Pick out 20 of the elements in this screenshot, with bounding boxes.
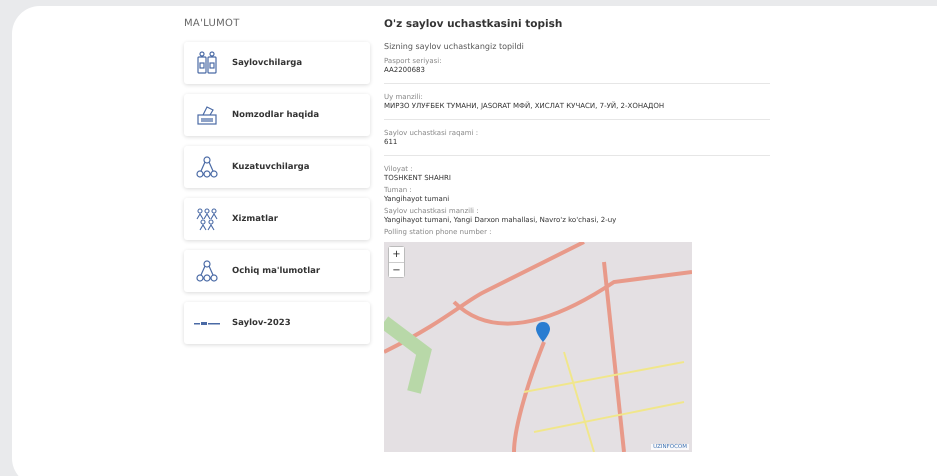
sidebar-item[interactable]: Nomzodlar haqida [184, 94, 370, 136]
page-title: O'z saylov uchastkasini topish [384, 18, 564, 30]
sidebar-item-label: Nomzodlar haqida [232, 110, 320, 120]
sidebar-item-label: Saylov-2023 [232, 318, 291, 328]
sidebar-item[interactable]: Kuzatuvchilarga [184, 146, 370, 188]
sidebar-item[interactable]: Saylov-2023 [184, 302, 370, 344]
sidebar-item[interactable]: Saylovchilarga [184, 42, 370, 84]
network-icon [194, 154, 220, 180]
sidebar-title: MA'LUMOT [184, 18, 241, 29]
sidebar-item-label: Ochiq ma'lumotlar [232, 266, 320, 276]
network-icon [194, 258, 220, 284]
sidebar-item-label: Kuzatuvchilarga [232, 162, 310, 172]
result-message: Sizning saylov uchastkangiz topildi [384, 42, 525, 51]
sidebar-item[interactable]: Xizmatlar [184, 198, 370, 240]
election-logo-icon [194, 322, 220, 324]
zoom-out-button[interactable]: − [389, 262, 404, 277]
sidebar-item[interactable]: Ochiq ma'lumotlar [184, 250, 370, 292]
people-group-icon [194, 206, 220, 232]
sidebar-item-label: Saylovchilarga [232, 58, 302, 68]
sidebar-item-label: Xizmatlar [232, 214, 278, 224]
